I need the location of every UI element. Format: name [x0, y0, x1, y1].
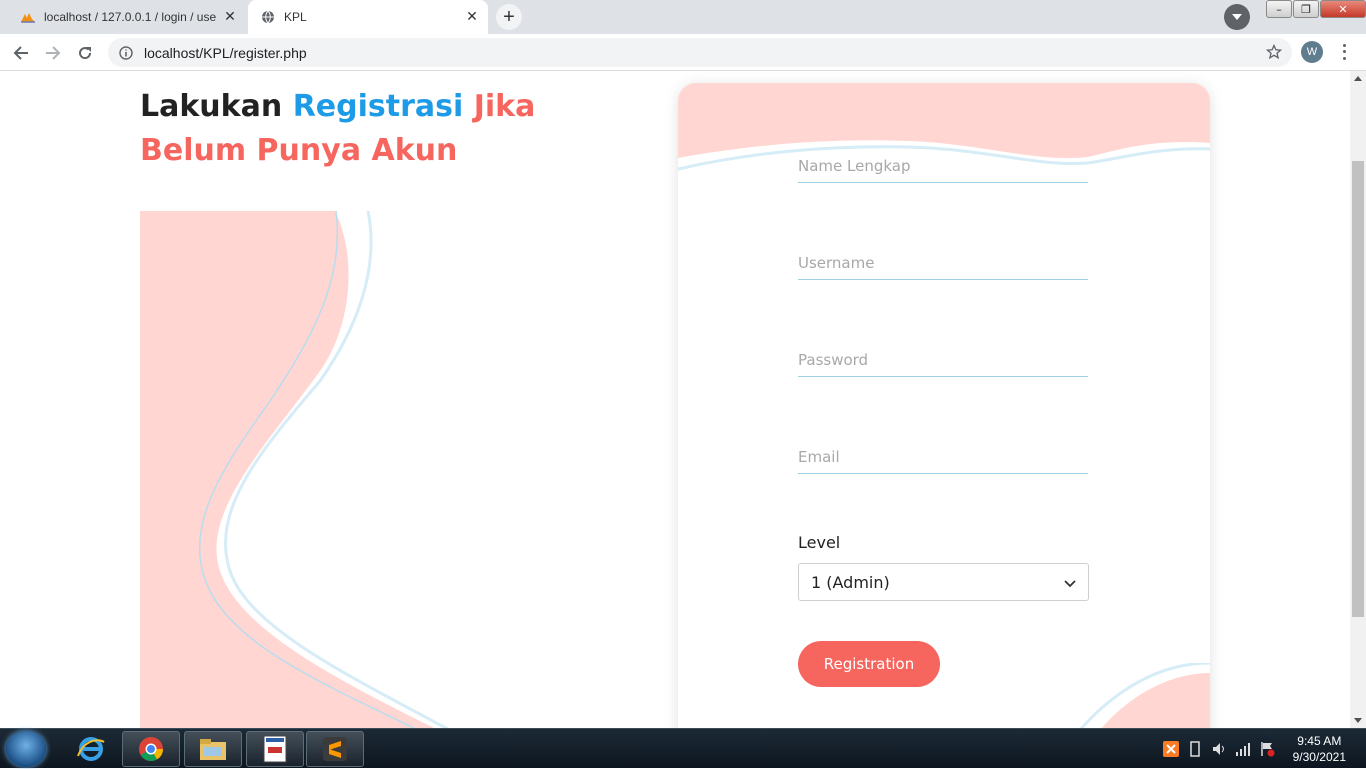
scroll-down-arrow-icon[interactable]: [1354, 718, 1362, 723]
tab-strip: localhost / 127.0.0.1 / login / use ✕ KP…: [0, 0, 1366, 34]
xampp-control-icon[interactable]: [246, 731, 304, 767]
address-bar[interactable]: localhost/KPL/register.php: [108, 38, 1292, 67]
taskbar-clock[interactable]: 9:45 AM 9/30/2021: [1293, 733, 1346, 765]
globe-icon: [260, 9, 276, 25]
close-tab-icon[interactable]: ✕: [220, 7, 240, 27]
reload-icon[interactable]: [72, 40, 98, 66]
window-controls: – ❐ ✕: [1265, 0, 1366, 18]
network-icon[interactable]: [1235, 741, 1251, 757]
chrome-taskbar-icon[interactable]: [122, 731, 180, 767]
clock-time: 9:45 AM: [1297, 734, 1342, 748]
windows-taskbar: 9:45 AM 9/30/2021: [0, 728, 1366, 768]
level-label: Level: [798, 533, 841, 552]
new-tab-button[interactable]: +: [496, 4, 522, 30]
password-input[interactable]: [798, 343, 1088, 377]
level-selected-value: 1 (Admin): [811, 572, 890, 592]
tab-title: KPL: [284, 10, 307, 24]
scroll-up-arrow-icon[interactable]: [1354, 76, 1362, 81]
minimize-button[interactable]: –: [1266, 0, 1292, 18]
phpmyadmin-icon: [20, 9, 36, 25]
url-text: localhost/KPL/register.php: [144, 44, 307, 61]
tab-phpmyadmin[interactable]: localhost / 127.0.0.1 / login / use ✕: [8, 0, 246, 34]
full-name-input[interactable]: [798, 149, 1088, 183]
xampp-tray-icon[interactable]: [1162, 741, 1179, 757]
chevron-down-icon: [1064, 573, 1076, 592]
back-icon[interactable]: [8, 40, 34, 66]
system-tray: 9:45 AM 9/30/2021: [1155, 729, 1346, 769]
device-tray-icon[interactable]: [1187, 741, 1203, 757]
registration-button[interactable]: Registration: [798, 641, 940, 687]
menu-kebab-icon[interactable]: [1336, 42, 1352, 62]
close-window-button[interactable]: ✕: [1320, 0, 1366, 18]
page-scrollbar[interactable]: [1350, 71, 1366, 728]
internet-explorer-icon[interactable]: [62, 731, 120, 767]
close-tab-icon[interactable]: ✕: [462, 7, 482, 27]
email-input[interactable]: [798, 440, 1088, 474]
browser-toolbar: localhost/KPL/register.php W: [0, 34, 1366, 71]
registration-card: Level 1 (Admin) Registration: [678, 83, 1210, 728]
maximize-button[interactable]: ❐: [1293, 0, 1319, 18]
page-title: Lakukan Registrasi Jika Belum Punya Akun: [140, 85, 640, 173]
title-part-registrasi: Registrasi: [292, 89, 464, 124]
card-bottom-wave: [1080, 663, 1210, 728]
username-input[interactable]: [798, 246, 1088, 280]
start-button[interactable]: [6, 731, 46, 767]
forward-icon[interactable]: [40, 40, 66, 66]
volume-icon[interactable]: [1211, 741, 1227, 757]
profile-avatar[interactable]: W: [1301, 41, 1323, 63]
tab-title: localhost / 127.0.0.1 / login / use: [44, 10, 217, 24]
page-viewport: Lakukan Registrasi Jika Belum Punya Akun…: [0, 71, 1350, 728]
title-part-lakukan: Lakukan: [140, 89, 283, 124]
clock-date: 9/30/2021: [1292, 750, 1346, 764]
bookmark-star-icon[interactable]: [1265, 43, 1283, 64]
tab-kpl[interactable]: KPL ✕: [248, 0, 488, 34]
site-info-icon[interactable]: [118, 45, 134, 61]
level-select[interactable]: 1 (Admin): [798, 563, 1089, 601]
file-explorer-icon[interactable]: [184, 731, 242, 767]
tab-search-icon[interactable]: [1224, 4, 1250, 30]
decorative-wave-illustration: [140, 211, 450, 728]
sublime-text-icon[interactable]: [306, 731, 364, 767]
action-center-flag-icon[interactable]: [1259, 741, 1275, 757]
scrollbar-thumb[interactable]: [1352, 161, 1364, 617]
